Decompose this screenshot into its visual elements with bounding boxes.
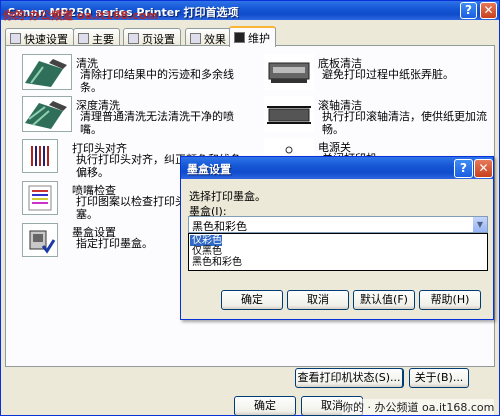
bottom-plate-cleaning-item[interactable]: 底板清洁 避免打印过程中纸张弄脏。 <box>264 54 490 96</box>
cartridge-dropdown-list: 仅彩色 仅黑色 黑色和彩色 <box>188 233 488 271</box>
dialog-titlebar[interactable]: 墨盒设置 ? ✕ <box>181 157 493 179</box>
maintenance-icon <box>234 32 245 43</box>
cleaning-icon <box>22 54 72 90</box>
close-icon[interactable]: ✕ <box>474 159 493 178</box>
item-desc: 清理普通清洗无法清洗干净的喷嘴。 <box>80 110 234 136</box>
view-printer-status-button[interactable]: 查看打印机状态(S)... <box>295 368 403 388</box>
help-icon[interactable]: ? <box>454 159 473 178</box>
print-head-alignment-icon <box>22 139 58 173</box>
ok-button[interactable]: 确定 <box>234 396 296 416</box>
cleaning-item[interactable]: 清洗 清除打印结果中的污迹和多余线条。 <box>22 54 252 96</box>
dialog-help-button[interactable]: 帮助(H) <box>419 290 481 310</box>
cartridge-option[interactable]: 仅彩色 <box>190 235 222 246</box>
dialog-defaults-button[interactable]: 默认值(F) <box>353 290 415 310</box>
tab-effects[interactable]: 效果 <box>185 28 232 46</box>
tab-quick-setup[interactable]: 快速设置 <box>5 28 74 46</box>
main-icon <box>78 33 89 44</box>
tab-label: 维护 <box>248 32 270 45</box>
cartridge-select-value: 黑色和彩色 <box>192 220 247 233</box>
ink-cartridge-icon <box>22 223 58 257</box>
help-icon[interactable]: ? <box>460 2 477 19</box>
watermark-top: 你的·办公频道 oa.it168.com <box>3 9 158 22</box>
tab-main[interactable]: 主要 <box>73 28 120 46</box>
dialog-cancel-button[interactable]: 取消 <box>287 290 349 310</box>
chevron-down-icon[interactable]: ▼ <box>472 217 487 232</box>
page-setup-icon <box>128 33 139 44</box>
cartridge-option[interactable]: 仅黑色 <box>190 246 486 257</box>
bottom-plate-cleaning-icon <box>264 54 314 90</box>
watermark-bottom: 你的 · 办公频道 oa.it168.com <box>342 399 495 415</box>
about-button[interactable]: 关于(B)... <box>409 368 469 388</box>
dialog-instruction: 选择打印墨盒。 <box>189 190 266 203</box>
deep-cleaning-icon <box>22 96 72 132</box>
item-desc: 清除打印结果中的污迹和多余线条。 <box>80 68 234 94</box>
cartridge-option[interactable]: 黑色和彩色 <box>190 257 486 268</box>
ink-cartridge-dialog: 墨盒设置 ? ✕ 选择打印墨盒。 墨盒(I): 黑色和彩色 ▼ 仅彩色 仅黑色 … <box>180 156 494 320</box>
roller-cleaning-icon <box>264 96 314 132</box>
power-off-icon <box>264 138 314 158</box>
tab-maintenance[interactable]: 维护 <box>229 26 276 47</box>
roller-cleaning-item[interactable]: 滚轴清洁 执行打印滚轴清洁，使供纸更加流畅。 <box>264 96 490 138</box>
dialog-ok-button[interactable]: 确定 <box>221 290 283 310</box>
tab-page-setup[interactable]: 页设置 <box>123 28 181 46</box>
effects-icon <box>190 33 201 44</box>
item-desc: 避免打印过程中纸张弄脏。 <box>322 68 454 81</box>
quick-setup-icon <box>10 33 21 44</box>
deep-cleaning-item[interactable]: 深度清洗 清理普通清洗无法清洗干净的喷嘴。 <box>22 96 252 138</box>
cartridge-select[interactable]: 黑色和彩色 ▼ <box>188 216 488 233</box>
dialog-title: 墨盒设置 <box>187 163 231 176</box>
close-icon[interactable]: ✕ <box>480 2 497 19</box>
nozzle-check-icon <box>22 181 58 215</box>
item-desc: 执行打印滚轴清洁，使供纸更加流畅。 <box>322 110 487 136</box>
